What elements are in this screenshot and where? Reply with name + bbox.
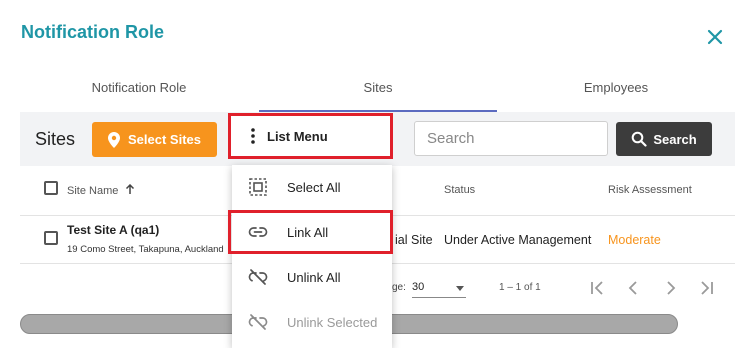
site-address: 19 Como Street, Takapuna, Auckland (67, 244, 224, 255)
select-all-icon (249, 178, 267, 196)
last-page-icon[interactable] (696, 277, 718, 299)
search-button[interactable]: Search (616, 122, 712, 156)
link-off-icon (248, 269, 268, 285)
first-page-icon[interactable] (586, 277, 608, 299)
sites-section-label: Sites (35, 129, 76, 149)
sort-arrow-up-icon (126, 183, 135, 194)
menu-item-unlink-all[interactable]: Unlink All (232, 255, 392, 299)
dropdown-caret-icon (456, 286, 464, 291)
select-all-checkbox[interactable] (44, 181, 58, 195)
page-size-value: 30 (412, 281, 425, 293)
page-size-select[interactable]: 30 (412, 280, 466, 298)
tab-notification-role[interactable]: Notification Role (20, 74, 258, 112)
search-icon (632, 131, 647, 147)
tab-employees[interactable]: Employees (497, 74, 735, 112)
menu-item-link-all[interactable]: Link All (228, 210, 393, 254)
menu-item-label: Unlink All (287, 269, 341, 285)
search-button-label: Search (653, 131, 697, 147)
page-range-label: 1 – 1 of 1 (499, 282, 541, 293)
column-header-site-name[interactable]: Site Name (67, 183, 135, 197)
list-menu-button[interactable]: List Menu (228, 113, 393, 159)
menu-item-label: Link All (287, 224, 329, 240)
tab-sites[interactable]: Sites (259, 74, 497, 112)
sites-toolbar: Sites Select Sites List Menu Search (20, 112, 735, 166)
column-header-risk-assessment[interactable]: Risk Assessment (608, 184, 692, 196)
list-menu-label: List Menu (267, 128, 328, 144)
items-per-page-label: ge: (392, 282, 406, 293)
select-sites-label: Select Sites (128, 132, 201, 147)
link-icon (248, 227, 268, 237)
close-icon[interactable] (704, 26, 726, 48)
column-header-status[interactable]: Status (444, 184, 475, 196)
previous-page-icon[interactable] (622, 277, 644, 299)
link-off-icon (248, 314, 268, 330)
risk-assessment-value: Moderate (608, 233, 661, 247)
menu-item-select-all[interactable]: Select All (232, 165, 392, 209)
list-menu-dropdown: Select All Link All Unlink All Unlink Se… (228, 165, 393, 348)
search-input[interactable] (414, 121, 608, 156)
more-vert-icon (251, 128, 255, 144)
menu-item-label: Select All (287, 179, 341, 195)
tab-bar: Notification Role Sites Employees (20, 74, 735, 112)
dialog-title: Notification Role (21, 22, 164, 42)
menu-item-label: Unlink Selected (287, 314, 378, 330)
select-sites-button[interactable]: Select Sites (92, 122, 217, 157)
site-type: ial Site (395, 233, 433, 247)
site-status: Under Active Management (444, 233, 592, 247)
menu-item-unlink-selected[interactable]: Unlink Selected (232, 300, 392, 344)
next-page-icon[interactable] (660, 277, 682, 299)
location-pin-icon (108, 131, 120, 148)
row-checkbox[interactable] (44, 231, 58, 245)
site-name: Test Site A (qa1) (67, 223, 160, 237)
